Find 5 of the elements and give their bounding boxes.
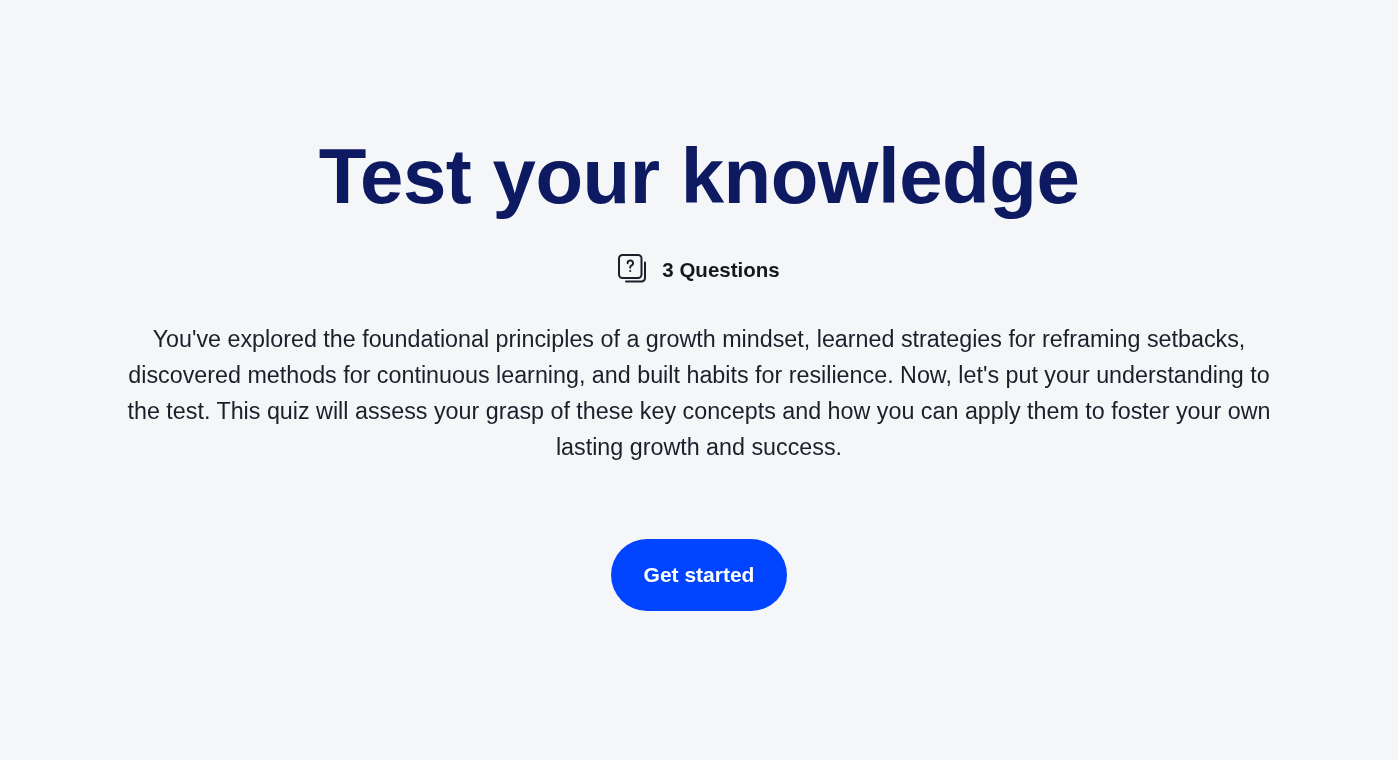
page-title: Test your knowledge xyxy=(318,131,1080,222)
question-count: 3 Questions xyxy=(662,257,780,282)
question-cards-icon xyxy=(618,254,649,285)
get-started-button[interactable]: Get started xyxy=(611,539,787,611)
quiz-description: You've explored the foundational principles of a growth mindset, learned strategies for reframing setbacks, discovered methods for continuous learning, and built habits for resilience. Now, let's put your understanding to the test. This quiz will assess your grasp of these key concepts and how you can apply them to foster your own lasting growth and success. xyxy=(126,325,1272,462)
